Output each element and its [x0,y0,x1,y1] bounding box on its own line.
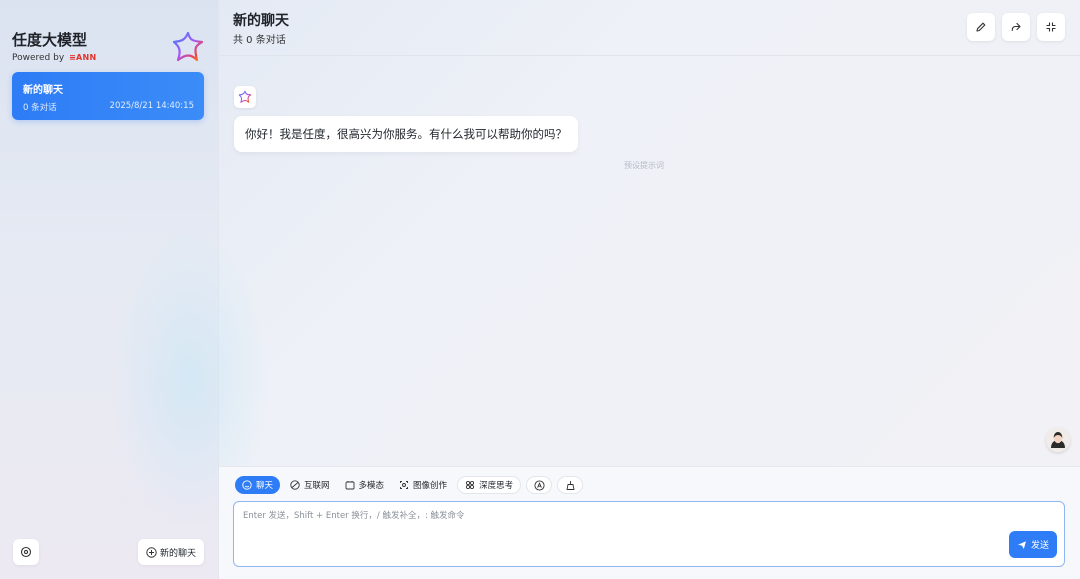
chat-subtitle: 共 0 条对话 [233,35,286,46]
bot-star-icon [238,90,252,104]
chat-title: 新的聊天 [233,13,289,29]
new-chat-label: 新的聊天 [159,548,196,559]
settings-icon [20,546,32,558]
chat-item-time: 2025/8/21 14:40:15 [109,101,194,111]
mode-internet-label: 互联网 [304,481,330,491]
auto-mode-button[interactable] [526,476,553,494]
broom-icon [565,480,576,491]
bot-message: 你好！我是任度，很高兴为你服务。有什么我可以帮助你的吗？ [234,116,578,152]
mode-multimodal-label: 多模态 [358,481,385,491]
chat-main: 新的聊天 共 0 条对话 你好！我是任度，很高兴为你服务。有什么我可以帮助你的吗… [219,0,1080,579]
message-input[interactable] [243,509,983,529]
powered-by-label: Powered by [12,53,65,63]
edit-button[interactable] [967,13,995,41]
mode-internet[interactable]: 互联网 [285,476,335,494]
powered-by: Powered by ≡ANN [12,53,97,63]
mode-toolbar: 聊天 互联网 多模态 图像创作 深度思考 [235,476,584,494]
fullscreen-button[interactable] [1037,13,1065,41]
message-input-box: 发送 [233,501,1065,567]
image-create-icon [399,480,409,490]
pencil-icon [975,21,987,33]
sidebar: 任度大模型 Powered by ≡ANN 新的聊天 0 条对话 2025/8/… [0,0,270,579]
globe-icon [290,480,300,490]
preset-prompts-link[interactable]: 预设提示词 [624,160,664,171]
send-plane-icon [1017,540,1027,550]
brand-title: 任度大模型 [12,31,88,49]
mode-deep-think-label: 深度思考 [479,481,514,491]
multimodal-icon [345,480,355,490]
mode-chat-label: 聊天 [256,481,274,491]
deep-think-icon [465,480,475,490]
chat-list-item[interactable]: 新的聊天 0 条对话 2025/8/21 14:40:15 [12,72,204,120]
chat-header: 新的聊天 共 0 条对话 [219,0,1080,56]
mode-image-create[interactable]: 图像创作 [394,476,452,494]
composer: 聊天 互联网 多模态 图像创作 深度思考 Enter 发送，Shift + En… [219,466,1080,579]
plus-circle-icon [146,546,157,558]
auto-a-icon [534,479,545,491]
mode-deep-think[interactable]: 深度思考 [457,476,522,494]
share-button[interactable] [1002,13,1030,41]
bot-avatar [234,86,256,108]
settings-button[interactable] [13,539,39,565]
mode-image-create-label: 图像创作 [413,481,448,491]
smile-icon [242,480,252,490]
mode-chat[interactable]: 聊天 [235,476,281,494]
brand-star-logo-icon [171,30,205,64]
clear-button[interactable] [557,476,584,494]
collapse-icon [1045,21,1057,33]
mode-multimodal[interactable]: 多模态 [340,476,390,494]
chat-item-title: 新的聊天 [23,85,63,96]
user-avatar[interactable] [1046,428,1070,452]
share-arrow-icon [1010,21,1022,33]
chat-item-count: 0 条对话 [23,103,57,113]
send-button[interactable]: 发送 [1009,531,1057,558]
new-chat-button[interactable]: 新的聊天 [138,539,204,565]
powered-brand-logo: ≡ANN [69,53,97,62]
send-label: 发送 [1030,541,1049,551]
